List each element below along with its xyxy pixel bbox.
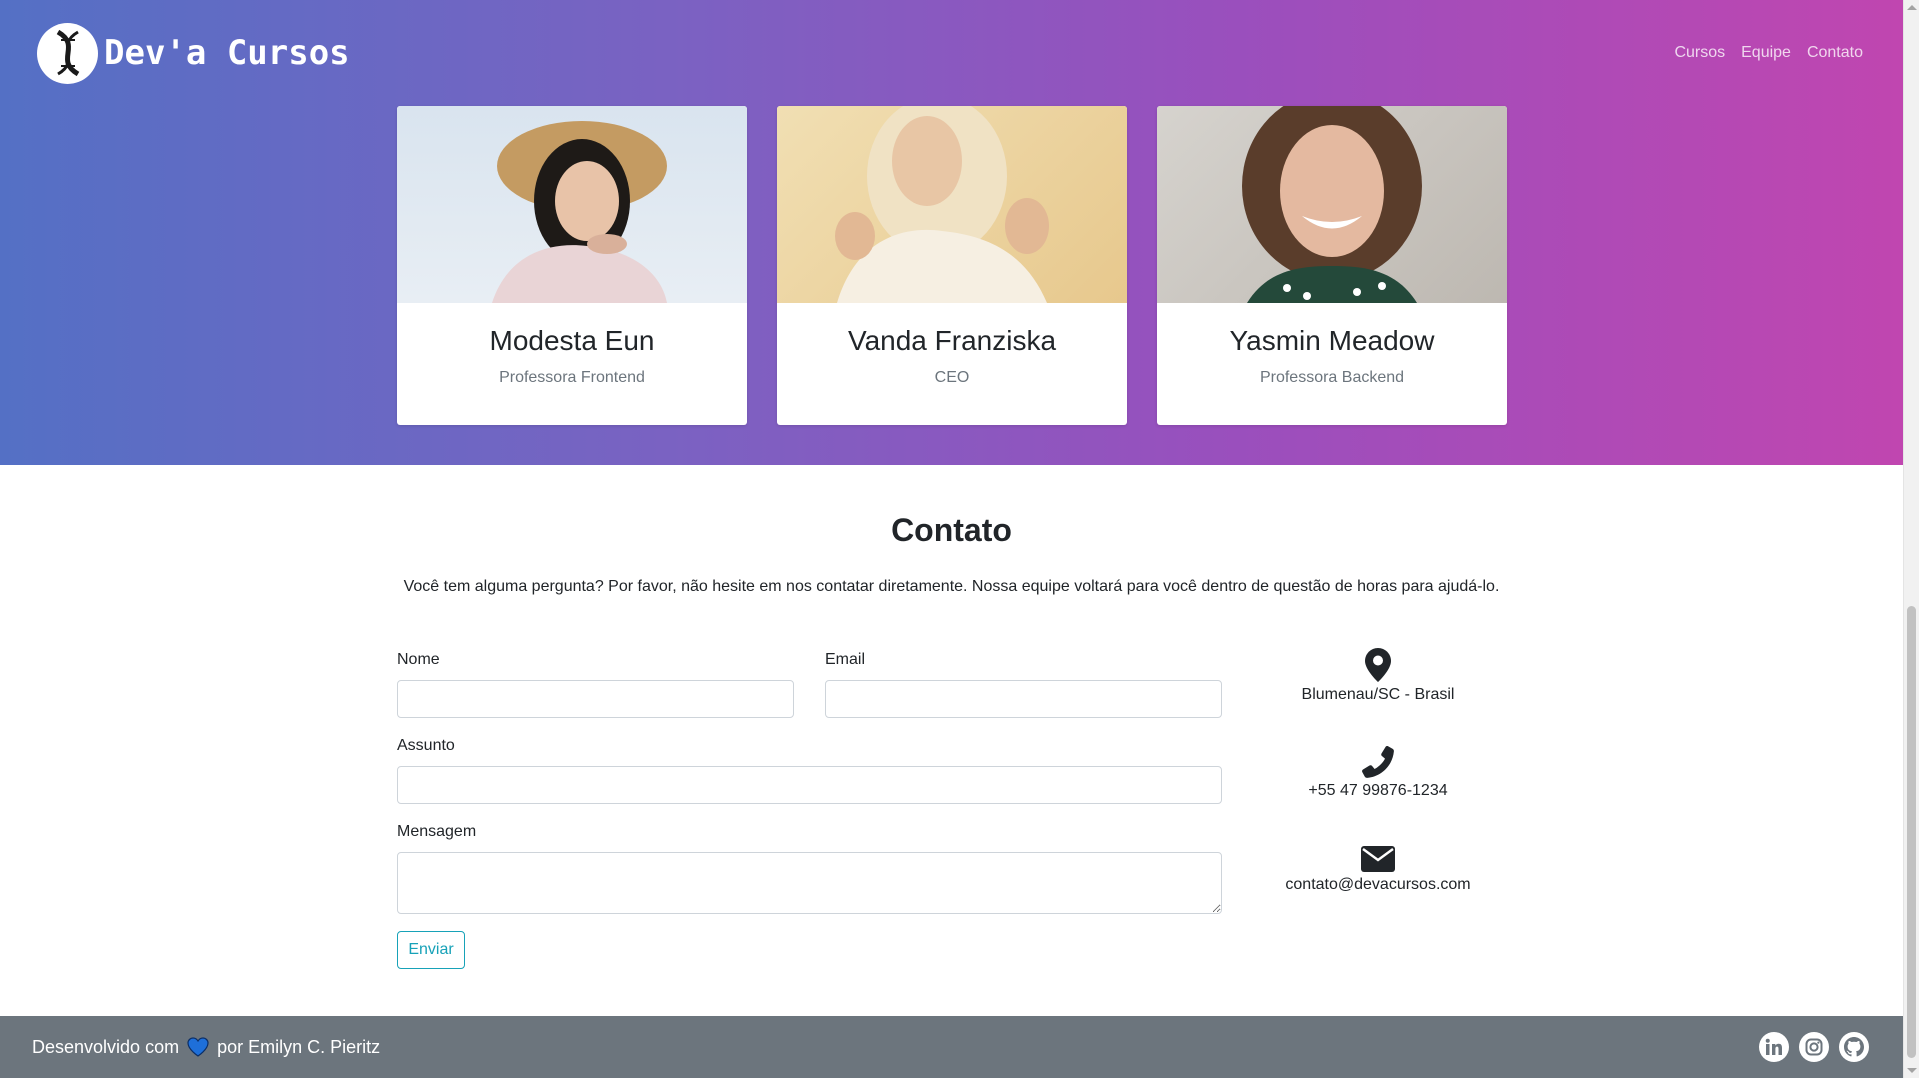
team-member-role: Professora Frontend <box>499 369 645 386</box>
message-label: Mensagem <box>397 823 477 840</box>
contact-lead: Você tem alguma pergunta? Por favor, não… <box>403 578 1500 595</box>
map-marker-icon <box>1262 648 1494 682</box>
envelope-icon <box>1262 846 1494 872</box>
heart-icon <box>187 1037 209 1057</box>
phone-text: +55 47 99876-1234 <box>1308 782 1448 799</box>
subject-label: Assunto <box>397 737 455 754</box>
social-links <box>1759 1032 1869 1062</box>
hero-section: Dev'a Cursos Cursos Equipe Contato Modes… <box>0 0 1903 465</box>
brand-link[interactable]: Dev'a Cursos <box>37 22 350 84</box>
page-scrollbar[interactable] <box>1903 0 1919 1078</box>
navbar: Dev'a Cursos Cursos Equipe Contato <box>0 0 1903 106</box>
phone-icon <box>1262 746 1494 778</box>
name-input[interactable] <box>397 680 794 718</box>
message-textarea[interactable] <box>397 852 1222 914</box>
scroll-thumb[interactable] <box>1907 606 1916 1058</box>
email-input[interactable] <box>825 680 1222 718</box>
name-label: Nome <box>397 651 440 668</box>
team-member-role: CEO <box>934 369 970 386</box>
nav-link-contato[interactable]: Contato <box>1807 44 1863 62</box>
team-card: Vanda Franziska CEO <box>777 106 1127 425</box>
subject-input[interactable] <box>397 766 1222 804</box>
team-member-role: Professora Backend <box>1259 369 1405 386</box>
nav-link-cursos[interactable]: Cursos <box>1674 44 1725 62</box>
linkedin-icon[interactable] <box>1759 1032 1789 1062</box>
team-photo <box>397 106 747 303</box>
contact-title: Contato <box>891 512 1012 548</box>
email-label: Email <box>825 651 866 668</box>
email-info: contato@devacursos.com <box>1262 846 1494 894</box>
scroll-down-arrow[interactable] <box>1907 1068 1917 1073</box>
footer: Desenvolvido com por Emilyn C. Pieritz <box>0 1016 1903 1078</box>
instagram-icon[interactable] <box>1799 1032 1829 1062</box>
github-icon[interactable] <box>1839 1032 1869 1062</box>
team-member-name: Yasmin Meadow <box>1229 325 1435 356</box>
dna-logo-icon <box>37 22 98 84</box>
nav-link-equipe[interactable]: Equipe <box>1741 44 1791 62</box>
nav-links: Cursos Equipe Contato <box>1674 44 1863 62</box>
scroll-up-arrow[interactable] <box>1907 5 1917 10</box>
team-card: Yasmin Meadow Professora Backend <box>1157 106 1507 425</box>
location-text: Blumenau/SC - Brasil <box>1301 686 1455 703</box>
send-button[interactable]: Enviar <box>397 931 465 969</box>
team-member-name: Modesta Eun <box>489 325 655 356</box>
location-info: Blumenau/SC - Brasil <box>1262 648 1494 704</box>
phone-info: +55 47 99876-1234 <box>1262 746 1494 800</box>
team-member-name: Vanda Franziska <box>847 325 1057 356</box>
email-text: contato@devacursos.com <box>1285 876 1471 893</box>
team-card: Modesta Eun Professora Frontend <box>397 106 747 425</box>
brand-name: Dev'a Cursos <box>104 33 350 73</box>
footer-credit-suffix: por Emilyn C. Pieritz <box>217 1036 381 1057</box>
footer-credit: Desenvolvido com por Emilyn C. Pieritz <box>32 1037 380 1058</box>
footer-credit-prefix: Desenvolvido com <box>32 1036 180 1057</box>
team-photo <box>777 106 1127 303</box>
team-photo <box>1157 106 1507 303</box>
